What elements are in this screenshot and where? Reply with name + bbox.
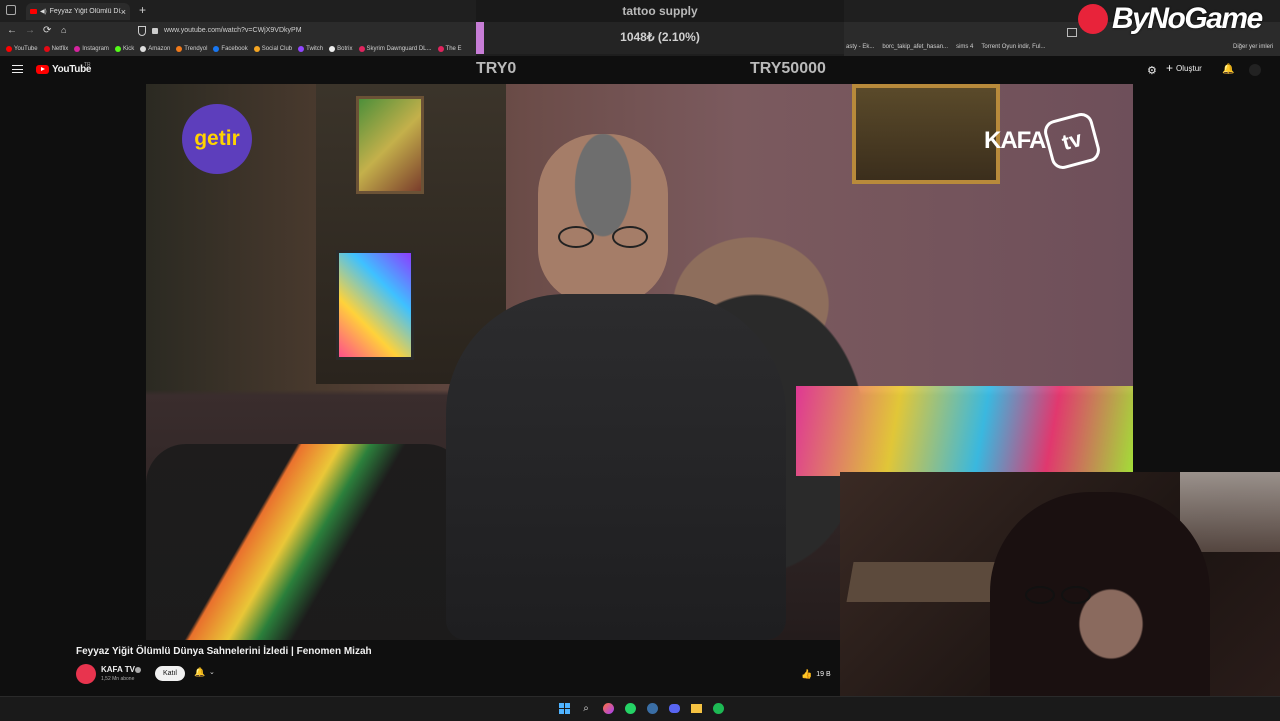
other-bookmarks[interactable]: Diğer yer imleri [1233, 44, 1273, 50]
graffiti-sofa-left [146, 444, 466, 640]
plus-icon: + [1166, 61, 1174, 75]
getir-logo: getir [182, 104, 252, 174]
webcam-table [846, 562, 1004, 602]
bookmark-twitch[interactable]: Twitch [298, 46, 323, 52]
bynogame-logo: ByNoGame [1078, 2, 1263, 36]
guest-head [538, 134, 668, 304]
create-label: Oluştur [1176, 63, 1202, 73]
new-tab-button[interactable]: + [139, 3, 146, 17]
bookmark-instagram[interactable]: Instagram [74, 46, 109, 52]
browser-app-icon[interactable] [600, 700, 616, 716]
bookmark-skyrim[interactable]: Skyrim Dawnguard DL... [358, 46, 432, 52]
browser-menu-icon[interactable] [6, 5, 16, 15]
bookmark-torrent[interactable]: Torrent Oyun indir, Ful... [981, 44, 1045, 50]
bookmark-amazon[interactable]: Amazon [140, 46, 170, 52]
account-avatar[interactable] [1249, 64, 1261, 76]
getir-logo-text: getir [194, 127, 240, 150]
graffiti-sofa-right [796, 386, 1133, 476]
goal-progress-text: 1048₺ (2.10%) [620, 30, 700, 44]
bynogame-logo-icon [1078, 4, 1108, 34]
bookmark-asty[interactable]: asty - Ek... [846, 44, 874, 50]
verified-icon [135, 667, 141, 673]
youtube-region: TR [84, 62, 91, 68]
bookmark-the-e[interactable]: The E [437, 46, 462, 52]
bookmark-social-club[interactable]: Social Club [253, 46, 292, 52]
kafa-tv-watermark: KAFA tv [984, 110, 1103, 172]
kafa-watermark-text: KAFA [984, 127, 1046, 154]
bynogame-logo-text: ByNoGame [1112, 2, 1263, 35]
bookmark-netflix[interactable]: Netflix [43, 46, 68, 52]
like-button[interactable]: 👍 19 B [801, 666, 831, 682]
spotify-icon[interactable] [710, 700, 726, 716]
bookmarks-right-group: asty - Ek... borc_takip_afet_hasan... si… [846, 44, 1045, 50]
lock-icon[interactable] [152, 28, 158, 34]
url-field[interactable]: www.youtube.com/watch?v=CWjX9VDkyPM [164, 27, 302, 34]
channel-name[interactable]: KAFA TV [101, 665, 135, 674]
youtube-logo-icon[interactable] [36, 65, 49, 74]
tab-close-icon[interactable]: × [121, 7, 126, 17]
discord-icon[interactable] [666, 700, 682, 716]
guest-glasses [558, 226, 648, 248]
streamer-glasses [1025, 586, 1095, 604]
video-title: Feyyaz Yiğit Ölümlü Dünya Sahnelerini İz… [76, 646, 372, 657]
like-count: 19 B [816, 670, 831, 678]
guest-body [446, 294, 786, 640]
youtube-header: YouTube TR ⚙ + Oluştur 🔔 [0, 56, 1280, 84]
chevron-down-icon[interactable]: ⌄ [209, 668, 215, 676]
painting-colorful [336, 250, 414, 360]
goal-end-label: TRY50000 [750, 60, 826, 77]
bookmark-borc-takip[interactable]: borc_takip_afet_hasan... [882, 44, 948, 50]
reload-icon[interactable]: ⟳ [43, 25, 51, 36]
file-explorer-icon[interactable] [688, 700, 704, 716]
hamburger-menu-icon[interactable] [12, 65, 23, 73]
goal-start-label: TRY0 [476, 60, 517, 77]
tab-title: Feyyaz Yiğit Ölümlü Dünya [49, 8, 121, 15]
streamer-silhouette [990, 492, 1210, 720]
goal-title: tattoo supply [622, 4, 698, 18]
bookmark-botrix[interactable]: Botrix [329, 46, 353, 52]
like-icon: 👍 [801, 668, 813, 679]
subscribe-bell-icon[interactable]: 🔔 [194, 667, 205, 678]
home-icon[interactable]: ⌂ [61, 25, 66, 35]
bookmark-kick[interactable]: Kick [114, 46, 134, 52]
start-menu-icon[interactable] [556, 700, 572, 716]
webcam-overlay [840, 472, 1280, 720]
tab-favicon-icon [30, 9, 37, 14]
mona-lisa-painting [852, 84, 1000, 184]
back-icon[interactable]: ← [7, 25, 17, 36]
extension-icon[interactable] [1067, 28, 1077, 37]
bookmark-facebook[interactable]: Facebook [213, 46, 248, 52]
subscriber-count: 1,52 Mn abone [101, 676, 135, 682]
tv-watermark-text: tv [1041, 110, 1103, 172]
join-button[interactable]: Katıl [155, 666, 185, 681]
shield-icon[interactable] [138, 26, 146, 36]
steam-icon[interactable] [644, 700, 660, 716]
forward-icon[interactable]: → [25, 25, 35, 36]
notifications-bell-icon[interactable]: 🔔 [1222, 64, 1234, 75]
browser-tab-active[interactable]: ◀) Feyyaz Yiğit Ölümlü Dünya × [26, 3, 130, 20]
bookmark-sims4[interactable]: sims 4 [956, 44, 973, 50]
bookmark-youtube[interactable]: YouTube [6, 46, 38, 52]
taskbar [0, 696, 1280, 721]
bookmark-trendyol[interactable]: Trendyol [176, 46, 207, 52]
painting-left [356, 96, 424, 194]
settings-gear-icon[interactable]: ⚙ [1147, 64, 1157, 77]
channel-avatar[interactable] [76, 664, 96, 684]
create-button[interactable]: + Oluştur [1166, 61, 1202, 75]
tab-audio-icon[interactable]: ◀) [40, 8, 47, 15]
whatsapp-icon[interactable] [622, 700, 638, 716]
search-icon[interactable]: ⌕ [578, 700, 594, 716]
